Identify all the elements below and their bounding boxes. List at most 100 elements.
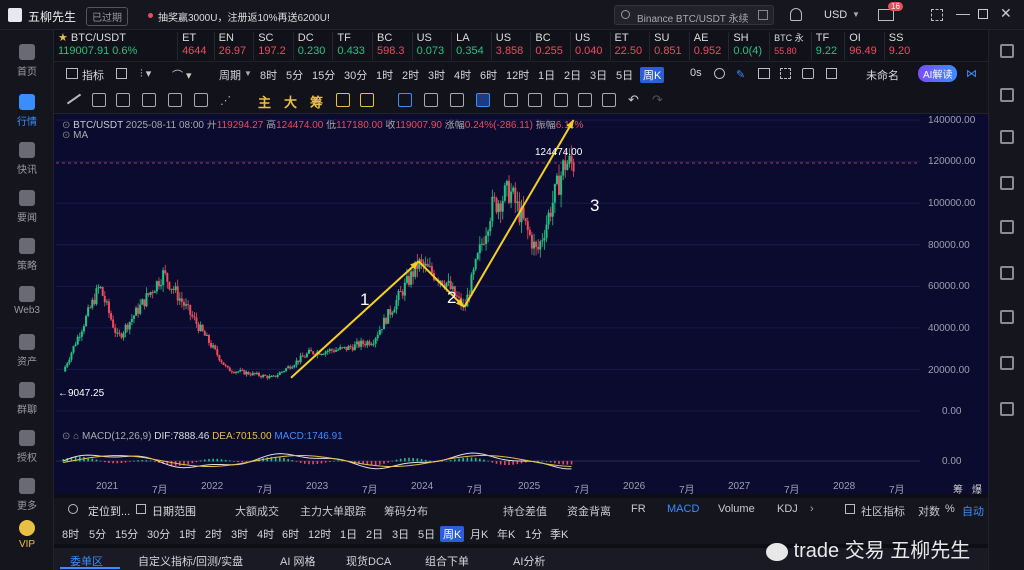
macd-bar bbox=[412, 457, 414, 462]
candle-body bbox=[222, 362, 225, 365]
candle-body bbox=[312, 351, 315, 355]
tab-ai-grid[interactable]: AI 网格 bbox=[280, 553, 315, 569]
macd-bar bbox=[399, 458, 402, 462]
quick-interval[interactable]: 15分 bbox=[115, 526, 138, 542]
candle-body bbox=[335, 350, 338, 352]
quick-interval[interactable]: 12时 bbox=[308, 526, 331, 542]
quick-interval[interactable]: 30分 bbox=[147, 526, 170, 542]
candle-body bbox=[207, 335, 210, 344]
collapse-arrow-icon[interactable]: › bbox=[810, 503, 814, 515]
tab-ai-analysis[interactable]: AI分析 bbox=[513, 553, 545, 569]
tab-combo-order[interactable]: 组合下单 bbox=[425, 553, 469, 569]
macd-bar bbox=[512, 461, 514, 465]
time-axis-label: 2026 bbox=[623, 481, 646, 492]
percent-scale-toggle[interactable]: % bbox=[945, 503, 955, 515]
macd-bar bbox=[441, 461, 444, 462]
indicator-tab[interactable]: 筹码分布 bbox=[384, 503, 428, 519]
macd-dea: DEA:7015.00 bbox=[212, 431, 272, 442]
candle-body bbox=[474, 259, 477, 270]
macd-bar bbox=[320, 461, 323, 464]
candle-body bbox=[126, 324, 129, 330]
candle-body bbox=[89, 307, 92, 309]
quick-interval[interactable]: 8时 bbox=[62, 526, 79, 542]
auto-scale-toggle[interactable]: 自动 bbox=[962, 503, 984, 519]
indicator-tab[interactable]: 资金背离 bbox=[567, 503, 611, 519]
tab-spot-dca[interactable]: 现货DCA bbox=[346, 553, 391, 569]
indicator-tab[interactable]: KDJ bbox=[777, 503, 798, 515]
macd-toggle-icon[interactable]: ⊙ ⌂ bbox=[62, 431, 82, 442]
quick-interval[interactable]: 月K bbox=[470, 526, 488, 542]
quick-interval-active[interactable]: 周K bbox=[440, 526, 465, 542]
indicator-tab[interactable]: FR bbox=[631, 503, 646, 515]
quick-interval[interactable]: 2日 bbox=[366, 526, 383, 542]
candle-body bbox=[149, 292, 152, 295]
candle-body bbox=[320, 353, 323, 355]
indicator-tab[interactable]: 持仓差值 bbox=[503, 503, 547, 519]
candle-body bbox=[135, 307, 138, 316]
quick-interval[interactable]: 5分 bbox=[89, 526, 106, 542]
candle-body bbox=[93, 299, 96, 305]
time-axis-label: 2024 bbox=[411, 481, 434, 492]
candle-body bbox=[210, 343, 213, 348]
quick-interval[interactable]: 1时 bbox=[179, 526, 196, 542]
community-icon[interactable] bbox=[845, 504, 855, 514]
candle-body bbox=[353, 344, 356, 351]
active-tab-underline bbox=[60, 567, 120, 569]
quick-interval[interactable]: 季K bbox=[550, 526, 568, 542]
locate-button[interactable]: 定位到... bbox=[88, 503, 130, 519]
indicator-tab[interactable]: 大额成交 bbox=[235, 503, 279, 519]
candle-body bbox=[499, 203, 502, 212]
date-range-button[interactable]: 日期范围 bbox=[152, 503, 196, 519]
quick-interval[interactable]: 5日 bbox=[418, 526, 435, 542]
indicator-tab[interactable]: 主力大单跟踪 bbox=[300, 503, 366, 519]
candle-body bbox=[385, 317, 388, 324]
community-indicator-button[interactable]: 社区指标 bbox=[861, 503, 905, 519]
candle-body bbox=[76, 336, 79, 345]
locate-icon[interactable] bbox=[68, 504, 78, 514]
log-scale-toggle[interactable]: 对数 bbox=[918, 503, 940, 519]
candle-body bbox=[501, 200, 504, 212]
candle-body bbox=[299, 355, 302, 363]
macd-bar bbox=[312, 461, 314, 465]
macd-bar bbox=[516, 461, 519, 465]
candle-body bbox=[407, 276, 410, 285]
candle-body bbox=[378, 329, 381, 335]
quick-interval[interactable]: 3日 bbox=[392, 526, 409, 542]
price-axis-label: 20000.00 bbox=[928, 365, 970, 376]
quick-interval[interactable]: 3时 bbox=[231, 526, 248, 542]
calendar-icon[interactable] bbox=[136, 504, 146, 514]
candle-body bbox=[505, 180, 508, 186]
time-axis-label: 7月 bbox=[467, 485, 483, 496]
candle-body bbox=[410, 271, 413, 285]
quick-interval[interactable]: 1日 bbox=[340, 526, 357, 542]
chip-corner-label[interactable]: 筹 bbox=[953, 481, 963, 496]
candle-body bbox=[151, 292, 154, 294]
candle-body bbox=[497, 203, 500, 213]
candle-body bbox=[176, 286, 179, 301]
indicator-tab-active[interactable]: MACD bbox=[667, 503, 699, 515]
quick-interval[interactable]: 1分 bbox=[525, 526, 542, 542]
candle-body bbox=[549, 212, 552, 217]
candle-body bbox=[112, 319, 115, 328]
burst-corner-label[interactable]: 爆 bbox=[972, 481, 982, 496]
quick-interval[interactable]: 年K bbox=[497, 526, 515, 542]
price-axis-label: 60000.00 bbox=[928, 281, 970, 292]
time-axis-label: 2028 bbox=[833, 481, 856, 492]
tab-custom-indicator[interactable]: 自定义指标/回测/实盘 bbox=[138, 553, 243, 569]
candle-body bbox=[137, 307, 140, 314]
candle-body bbox=[426, 263, 429, 267]
macd-bar bbox=[153, 461, 156, 462]
candle-body bbox=[128, 321, 131, 330]
macd-bar bbox=[199, 460, 202, 462]
candle-body bbox=[262, 374, 265, 378]
macd-label[interactable]: MACD(12,26,9) bbox=[82, 431, 151, 442]
macd-bar bbox=[241, 461, 244, 463]
quick-interval[interactable]: 6时 bbox=[282, 526, 299, 542]
indicator-tab[interactable]: Volume bbox=[718, 503, 755, 515]
candle-body bbox=[564, 160, 567, 170]
quick-interval[interactable]: 4时 bbox=[257, 526, 274, 542]
candle-body bbox=[180, 298, 183, 303]
candle-body bbox=[341, 347, 344, 349]
macd-bar bbox=[91, 458, 94, 462]
quick-interval[interactable]: 2时 bbox=[205, 526, 222, 542]
